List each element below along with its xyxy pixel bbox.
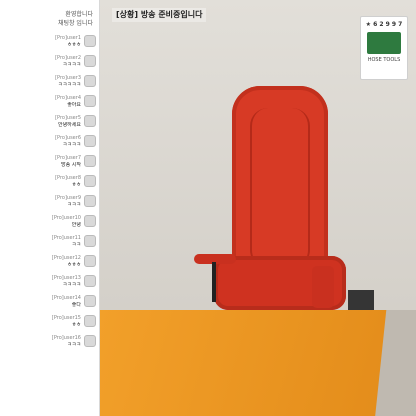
- chat-message: [Pro]user9 ㅋㅋㅋ: [0, 192, 99, 212]
- chair-armrest-post: [212, 262, 216, 302]
- chat-text: ㅎㅎㅎ: [67, 42, 81, 48]
- chat-text: ㅎㅎㅎ: [67, 262, 81, 268]
- chat-username[interactable]: [Pro]user13: [4, 275, 81, 282]
- chat-text: ㅎㅎ: [71, 182, 81, 188]
- desk-surface: [100, 310, 387, 416]
- chat-message: [Pro]user13 ㅋㅋㅋㅋ: [0, 272, 99, 292]
- avatar[interactable]: [84, 195, 96, 207]
- avatar[interactable]: [84, 135, 96, 147]
- avatar[interactable]: [84, 255, 96, 267]
- chat-text: 방송 시작: [61, 162, 81, 168]
- chat-username[interactable]: [Pro]user16: [4, 335, 81, 342]
- logo-top-text: ★ 6 2 9 9 7: [365, 21, 403, 28]
- chat-message: [Pro]user15 ㅎㅎ: [0, 312, 99, 332]
- chat-username[interactable]: [Pro]user14: [4, 295, 81, 302]
- chat-username[interactable]: [Pro]user1: [4, 35, 81, 42]
- avatar[interactable]: [84, 35, 96, 47]
- chat-text: 좋다: [71, 302, 81, 308]
- chat-panel: 환영합니다 채팅창 입니다 [Pro]user1 ㅎㅎㅎ [Pro]user2 …: [0, 0, 100, 416]
- chat-text: ㅋㅋㅋㅋ: [62, 282, 81, 288]
- chat-message: [Pro]user10 안녕: [0, 212, 99, 232]
- chat-message: [Pro]user14 좋다: [0, 292, 99, 312]
- chat-username[interactable]: [Pro]user5: [4, 115, 81, 122]
- chat-message: [Pro]user5 안녕하세요: [0, 112, 99, 132]
- chat-username[interactable]: [Pro]user12: [4, 255, 81, 262]
- avatar[interactable]: [84, 335, 96, 347]
- chair-stitching: [250, 108, 310, 268]
- chat-username[interactable]: [Pro]user10: [4, 215, 81, 222]
- chat-username[interactable]: [Pro]user6: [4, 135, 81, 142]
- logo-bottom-text: HOSE TOOLS: [367, 57, 401, 63]
- chat-message: [Pro]user4 좋아요: [0, 92, 99, 112]
- stream-title: [상황] 방송 준비중입니다: [112, 8, 207, 22]
- chat-username[interactable]: [Pro]user7: [4, 155, 81, 162]
- chat-username[interactable]: [Pro]user2: [4, 55, 81, 62]
- avatar[interactable]: [84, 55, 96, 67]
- logo-graphic: [367, 32, 401, 54]
- chat-username[interactable]: [Pro]user8: [4, 175, 81, 182]
- chat-username[interactable]: [Pro]user11: [4, 235, 81, 242]
- chat-message: [Pro]user8 ㅎㅎ: [0, 172, 99, 192]
- chat-text: 안녕: [71, 222, 81, 228]
- chat-text: ㅋㅋ: [71, 242, 81, 248]
- chat-text: 안녕하세요: [57, 122, 81, 128]
- chat-text: 좋아요: [67, 102, 81, 108]
- chair-armrest-right: [312, 266, 334, 308]
- chat-message: [Pro]user1 ㅎㅎㅎ: [0, 32, 99, 52]
- chat-username[interactable]: [Pro]user9: [4, 195, 81, 202]
- avatar[interactable]: [84, 295, 96, 307]
- avatar[interactable]: [84, 315, 96, 327]
- chat-text: ㅋㅋㅋ: [67, 202, 81, 208]
- chat-header-line1: 환영합니다: [65, 11, 93, 18]
- chat-text: ㅋㅋㅋㅋ: [62, 142, 81, 148]
- chat-message: [Pro]user3 ㅋㅋㅋㅋㅋ: [0, 72, 99, 92]
- chat-text: ㅋㅋㅋㅋ: [62, 62, 81, 68]
- chat-header: 환영합니다 채팅창 입니다: [0, 0, 99, 32]
- chat-header-line2: 채팅창 입니다: [57, 20, 93, 27]
- chat-message: [Pro]user12 ㅎㅎㅎ: [0, 252, 99, 272]
- chat-message: [Pro]user11 ㅋㅋ: [0, 232, 99, 252]
- avatar[interactable]: [84, 275, 96, 287]
- chat-username[interactable]: [Pro]user3: [4, 75, 81, 82]
- chat-message: [Pro]user6 ㅋㅋㅋㅋ: [0, 132, 99, 152]
- avatar[interactable]: [84, 175, 96, 187]
- chat-message: [Pro]user2 ㅋㅋㅋㅋ: [0, 52, 99, 72]
- avatar[interactable]: [84, 235, 96, 247]
- chat-text: ㅎㅎ: [71, 322, 81, 328]
- chat-username[interactable]: [Pro]user4: [4, 95, 81, 102]
- avatar[interactable]: [84, 75, 96, 87]
- channel-logo: ★ 6 2 9 9 7 HOSE TOOLS: [360, 16, 408, 80]
- avatar[interactable]: [84, 215, 96, 227]
- stream-video[interactable]: [상황] 방송 준비중입니다 ★ 6 2 9 9 7 HOSE TOOLS: [100, 0, 416, 416]
- chat-text: ㅋㅋㅋㅋㅋ: [57, 82, 81, 88]
- chat-message: [Pro]user16 ㅋㅋㅋ: [0, 332, 99, 352]
- avatar[interactable]: [84, 95, 96, 107]
- avatar[interactable]: [84, 115, 96, 127]
- chat-text: ㅋㅋㅋ: [67, 342, 81, 348]
- chat-message: [Pro]user7 방송 시작: [0, 152, 99, 172]
- chat-username[interactable]: [Pro]user15: [4, 315, 81, 322]
- avatar[interactable]: [84, 155, 96, 167]
